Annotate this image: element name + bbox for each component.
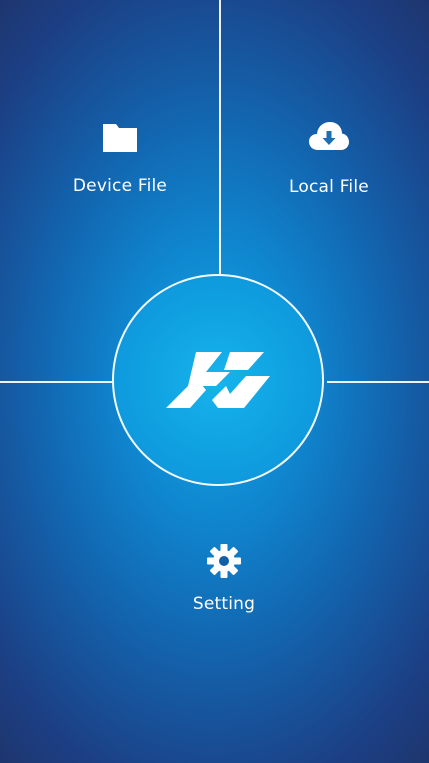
device-file-label: Device File (72, 176, 168, 196)
folder-icon (103, 124, 137, 152)
local-file-button[interactable]: Local File (259, 118, 399, 197)
divider-left (0, 381, 113, 383)
local-file-label: Local File (289, 177, 369, 197)
home-screen: Device File Local File Setting (0, 0, 429, 763)
app-logo-icon (166, 352, 270, 408)
cloud-download-icon (309, 122, 349, 150)
setting-button[interactable]: Setting (164, 544, 284, 614)
gear-icon (207, 544, 241, 578)
device-file-button[interactable]: Device File (50, 118, 190, 196)
divider-right (327, 381, 429, 383)
setting-label: Setting (192, 594, 256, 614)
divider-vertical (219, 0, 221, 274)
